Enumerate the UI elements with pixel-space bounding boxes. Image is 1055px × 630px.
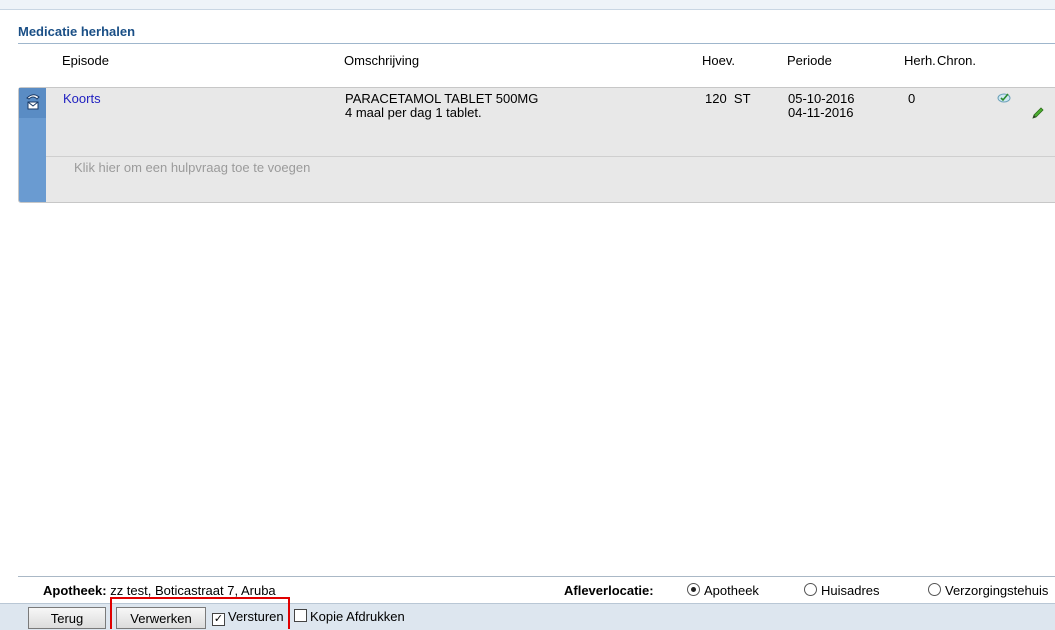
page-title: Medicatie herhalen <box>18 24 136 39</box>
edit-pencil-icon[interactable] <box>1031 106 1045 120</box>
print-copy-checkbox[interactable] <box>294 609 307 622</box>
top-border <box>0 0 1055 10</box>
delivery-radio-care-home[interactable] <box>928 583 941 596</box>
column-header-chronic: Chron. <box>937 53 977 68</box>
delivery-option-label: Huisadres <box>821 583 880 598</box>
back-button[interactable]: Terug <box>28 607 106 629</box>
print-copy-option[interactable]: Kopie Afdrukken <box>294 609 405 624</box>
column-header-quantity: Hoev. <box>702 53 735 68</box>
column-header-description: Omschrijving <box>344 53 420 68</box>
delivery-option-label: Verzorgingstehuis <box>945 583 1049 598</box>
column-header-episode: Episode <box>62 53 109 68</box>
medication-quantity: 120 ST <box>705 91 751 106</box>
title-divider <box>18 43 1055 44</box>
repeat-count: 0 <box>908 91 916 106</box>
pharmacy-info: Apotheek: zz test, Boticastraat 7, Aruba <box>43 583 276 598</box>
print-copy-label: Kopie Afdrukken <box>310 609 405 624</box>
row-divider <box>46 156 1055 157</box>
pharmacy-label: Apotheek: <box>43 583 107 598</box>
delivery-option-home[interactable]: Huisadres <box>804 583 880 598</box>
column-header-repeats: Herh. <box>904 53 936 68</box>
period-start: 05-10-2016 <box>788 91 855 106</box>
prescription-sent-icon[interactable] <box>23 92 43 112</box>
pharmacy-value: zz test, Boticastraat 7, Aruba <box>110 583 276 598</box>
delivery-radio-home[interactable] <box>804 583 817 596</box>
delivery-option-pharmacy[interactable]: Apotheek <box>687 583 759 598</box>
delivery-location-label: Afleverlocatie: <box>564 583 654 598</box>
delivery-radio-pharmacy[interactable] <box>687 583 700 596</box>
medication-name: PARACETAMOL TABLET 500MG <box>345 91 539 106</box>
medication-dosage: 4 maal per dag 1 tablet. <box>345 105 482 120</box>
episode-link[interactable]: Koorts <box>63 91 101 106</box>
chronic-medication-icon[interactable] <box>996 90 1012 104</box>
medication-row-card[interactable]: Koorts PARACETAMOL TABLET 500MG 4 maal p… <box>18 87 1055 203</box>
highlight-box <box>110 597 290 629</box>
delivery-option-care-home[interactable]: Verzorgingstehuis <box>928 583 1048 598</box>
column-header-period: Periode <box>787 53 832 68</box>
footer-divider <box>18 576 1055 577</box>
period-end: 04-11-2016 <box>788 105 854 120</box>
delivery-option-label: Apotheek <box>704 583 759 598</box>
add-question-field[interactable]: Klik hier om een hulpvraag toe te voegen <box>74 160 310 175</box>
